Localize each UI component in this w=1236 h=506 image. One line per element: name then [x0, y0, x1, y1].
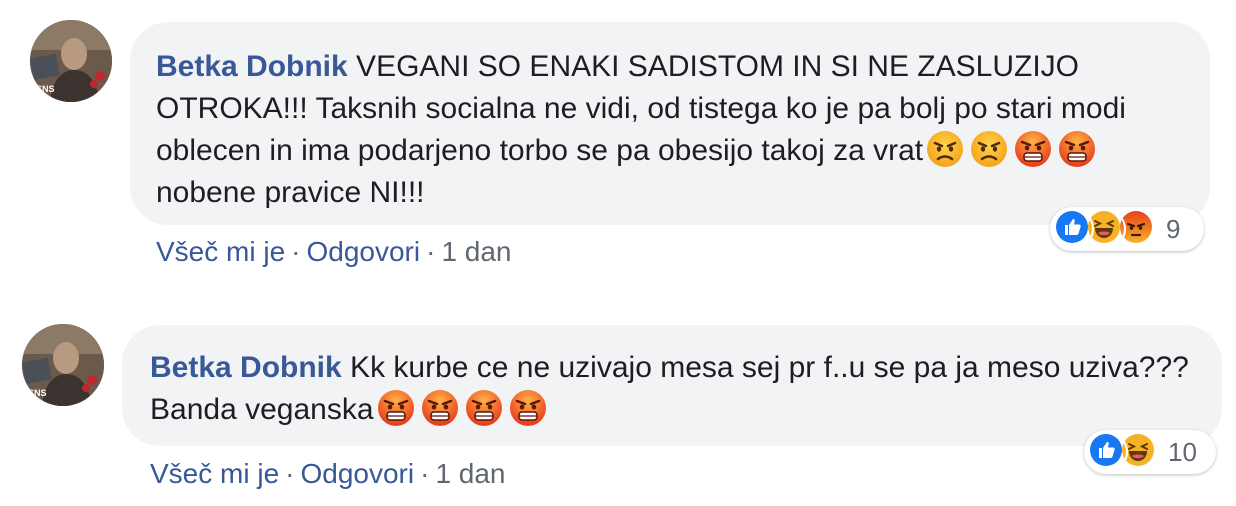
pouting-face-icon — [465, 389, 503, 427]
comment-actions: Všeč mi je · Odgovori · 1 dan — [156, 236, 512, 268]
comment-bubble: Betka Dobnik Kk kurbe ce ne uzivajo mesa… — [122, 325, 1222, 446]
separator-dot: · — [291, 236, 301, 267]
pouting-face-icon — [1014, 130, 1052, 168]
angry-face-icon — [970, 130, 1008, 168]
author-name[interactable]: Betka Dobnik — [150, 351, 342, 384]
pouting-face-icon — [377, 389, 415, 427]
avatar-badge: SNS — [36, 84, 55, 94]
avatar-photo: SNS — [30, 20, 112, 102]
comment-bubble: Betka Dobnik VEGANI SO ENAKI SADISTOM IN… — [130, 22, 1210, 225]
pouting-face-icon — [421, 389, 459, 427]
comment-actions: Všeč mi je · Odgovori · 1 dan — [150, 458, 506, 490]
pouting-face-icon — [509, 389, 547, 427]
separator-dot: · — [420, 458, 430, 489]
like-button[interactable]: Všeč mi je — [156, 236, 285, 267]
like-reaction-icon — [1088, 432, 1128, 472]
separator-dot: · — [285, 458, 295, 489]
avatar[interactable]: SNS — [22, 324, 104, 406]
like-button[interactable]: Všeč mi je — [150, 458, 279, 489]
comment-timestamp[interactable]: 1 dan — [441, 236, 511, 267]
avatar[interactable]: SNS — [30, 20, 112, 102]
reply-button[interactable]: Odgovori — [300, 458, 414, 489]
angry-face-icon — [926, 130, 964, 168]
comment-timestamp[interactable]: 1 dan — [435, 458, 505, 489]
pouting-face-icon — [1058, 130, 1096, 168]
avatar-badge: SNS — [28, 388, 47, 398]
separator-dot: · — [426, 236, 436, 267]
reactions-summary[interactable]: 9 — [1050, 207, 1204, 251]
author-name[interactable]: Betka Dobnik — [156, 50, 348, 83]
like-reaction-icon — [1054, 209, 1094, 249]
reaction-count: 9 — [1166, 213, 1181, 244]
reply-button[interactable]: Odgovori — [306, 236, 420, 267]
reactions-summary[interactable]: 10 — [1084, 430, 1216, 474]
reaction-count: 10 — [1168, 436, 1197, 467]
avatar-photo: SNS — [22, 324, 104, 406]
